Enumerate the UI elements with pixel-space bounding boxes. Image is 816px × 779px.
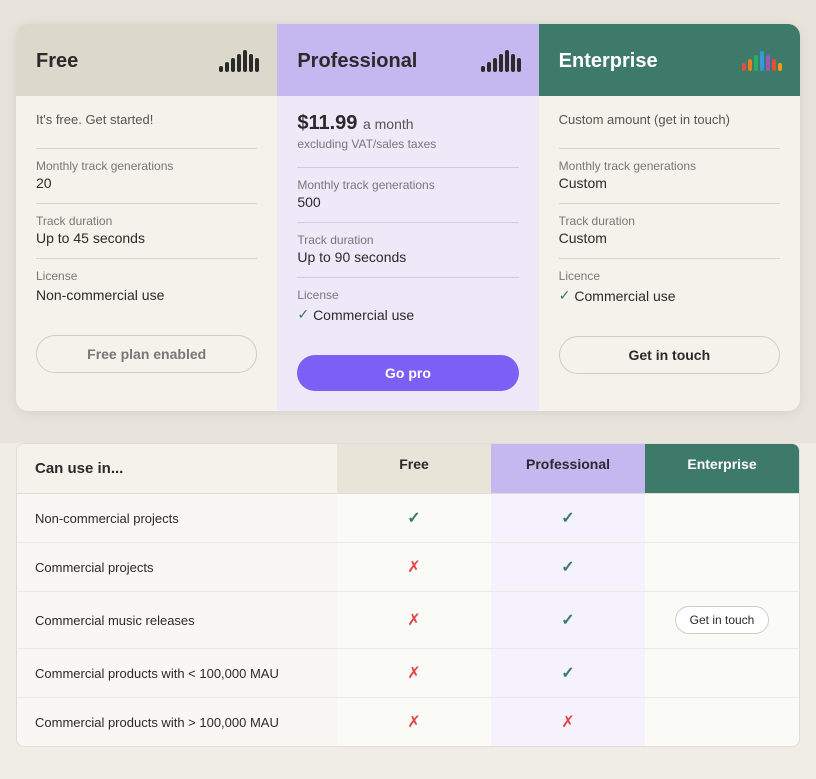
pro-license-check-icon: ✓ [297,306,309,323]
free-plan-button[interactable]: Free plan enabled [36,335,257,373]
cross-icon: ✗ [407,712,420,732]
plan-header-enterprise: Enterprise [539,24,800,96]
go-pro-button[interactable]: Go pro [297,355,518,391]
enterprise-monthly-gen: Monthly track generations Custom [559,159,780,191]
free-commercial-projects: ✗ [337,543,491,591]
plan-body-professional: $11.99 a month excluding VAT/sales taxes… [277,96,538,355]
free-commercial-music: ✗ [337,592,491,648]
ent-commercial-100k [645,649,799,697]
ent-commercial-music: Get in touch [645,592,799,648]
tick-icon: ✓ [561,663,574,683]
plan-header-free: Free [16,24,277,96]
pro-license-value: ✓ Commercial use [297,306,518,323]
feature-non-commercial: Non-commercial projects [17,494,337,542]
pro-price: $11.99 a month [297,112,518,135]
plan-card-enterprise: Enterprise Custom amount (get in touch) … [539,24,800,411]
free-track-duration: Track duration Up to 45 seconds [36,214,257,246]
pro-license-label: License [297,288,518,302]
pro-price-sub: excluding VAT/sales taxes [297,137,518,151]
comparison-row: Commercial products with > 100,000 MAU ✗… [17,698,799,746]
pro-duration-value: Up to 90 seconds [297,249,518,265]
free-cta-area: Free plan enabled [16,335,277,393]
free-license-value: Non-commercial use [36,287,257,303]
pro-commercial-100k: ✓ [491,649,645,697]
ent-commercial-projects [645,543,799,591]
comparison-row: Non-commercial projects ✓ ✓ [17,494,799,543]
pro-monthly-gen: Monthly track generations 500 [297,178,518,210]
comparison-pro-header: Professional [491,444,645,494]
free-monthly-gen: Monthly track generations 20 [36,159,257,191]
plan-name-enterprise: Enterprise [559,50,658,73]
feature-commercial-projects: Commercial projects [17,543,337,591]
pro-cta-area: Go pro [277,355,538,411]
enterprise-tagline: Custom amount (get in touch) [559,112,780,132]
tick-icon: ✓ [407,508,420,528]
free-license-label: License [36,269,257,283]
tick-icon: ✓ [561,557,574,577]
plan-body-free: It's free. Get started! Monthly track ge… [16,96,277,335]
enterprise-license-label: Licence [559,269,780,283]
comparison-section: Can use in... Free Professional Enterpri… [0,443,816,779]
ent-commercial-over-100k [645,698,799,746]
free-duration-value: Up to 45 seconds [36,230,257,246]
comparison-row: Commercial products with < 100,000 MAU ✗… [17,649,799,698]
enterprise-cta-area: Get in touch [539,336,800,394]
comparison-row: Commercial music releases ✗ ✓ Get in tou… [17,592,799,649]
comparison-row: Commercial projects ✗ ✓ [17,543,799,592]
free-commercial-100k: ✗ [337,649,491,697]
comparison-enterprise-header: Enterprise [645,444,799,494]
pro-logo-icon [483,47,519,75]
pro-license: License ✓ Commercial use [297,288,518,323]
free-non-commercial: ✓ [337,494,491,542]
feature-commercial-100k: Commercial products with < 100,000 MAU [17,649,337,697]
plan-header-professional: Professional [277,24,538,96]
get-in-touch-table-button[interactable]: Get in touch [675,606,770,634]
free-license: License Non-commercial use [36,269,257,303]
pro-non-commercial: ✓ [491,494,645,542]
enterprise-logo-icon [744,47,780,75]
cross-icon: ✗ [407,610,420,630]
plan-name-free: Free [36,50,78,73]
comparison-feature-header: Can use in... [17,444,337,494]
pro-commercial-over-100k: ✗ [491,698,645,746]
enterprise-monthly-gen-label: Monthly track generations [559,159,780,173]
comparison-table: Can use in... Free Professional Enterpri… [16,443,800,747]
plans-grid: Free It's free. Get started! Monthly tra… [16,24,800,411]
plan-body-enterprise: Custom amount (get in touch) Monthly tra… [539,96,800,336]
enterprise-license-value: ✓ Commercial use [559,287,780,304]
enterprise-button[interactable]: Get in touch [559,336,780,374]
free-commercial-over-100k: ✗ [337,698,491,746]
enterprise-license-check-icon: ✓ [559,287,571,304]
plan-name-professional: Professional [297,50,417,73]
plan-card-free: Free It's free. Get started! Monthly tra… [16,24,277,411]
pro-monthly-gen-value: 500 [297,194,518,210]
tick-icon: ✓ [561,508,574,528]
free-duration-label: Track duration [36,214,257,228]
free-monthly-gen-value: 20 [36,175,257,191]
enterprise-license: Licence ✓ Commercial use [559,269,780,304]
cross-icon: ✗ [407,557,420,577]
comparison-header: Can use in... Free Professional Enterpri… [17,444,799,494]
pro-track-duration: Track duration Up to 90 seconds [297,233,518,265]
free-logo-icon [221,47,257,75]
ent-non-commercial [645,494,799,542]
cross-icon: ✗ [561,712,574,732]
comparison-free-header: Free [337,444,491,494]
free-tagline: It's free. Get started! [36,112,257,132]
feature-commercial-over-100k: Commercial products with > 100,000 MAU [17,698,337,746]
pro-duration-label: Track duration [297,233,518,247]
enterprise-track-duration: Track duration Custom [559,214,780,246]
tick-icon: ✓ [561,610,574,630]
pro-commercial-projects: ✓ [491,543,645,591]
enterprise-duration-label: Track duration [559,214,780,228]
feature-commercial-music: Commercial music releases [17,592,337,648]
pro-commercial-music: ✓ [491,592,645,648]
pro-monthly-gen-label: Monthly track generations [297,178,518,192]
cross-icon: ✗ [407,663,420,683]
plan-card-professional: Professional $11.99 a month excluding VA… [277,24,538,411]
enterprise-duration-value: Custom [559,230,780,246]
enterprise-monthly-gen-value: Custom [559,175,780,191]
free-monthly-gen-label: Monthly track generations [36,159,257,173]
